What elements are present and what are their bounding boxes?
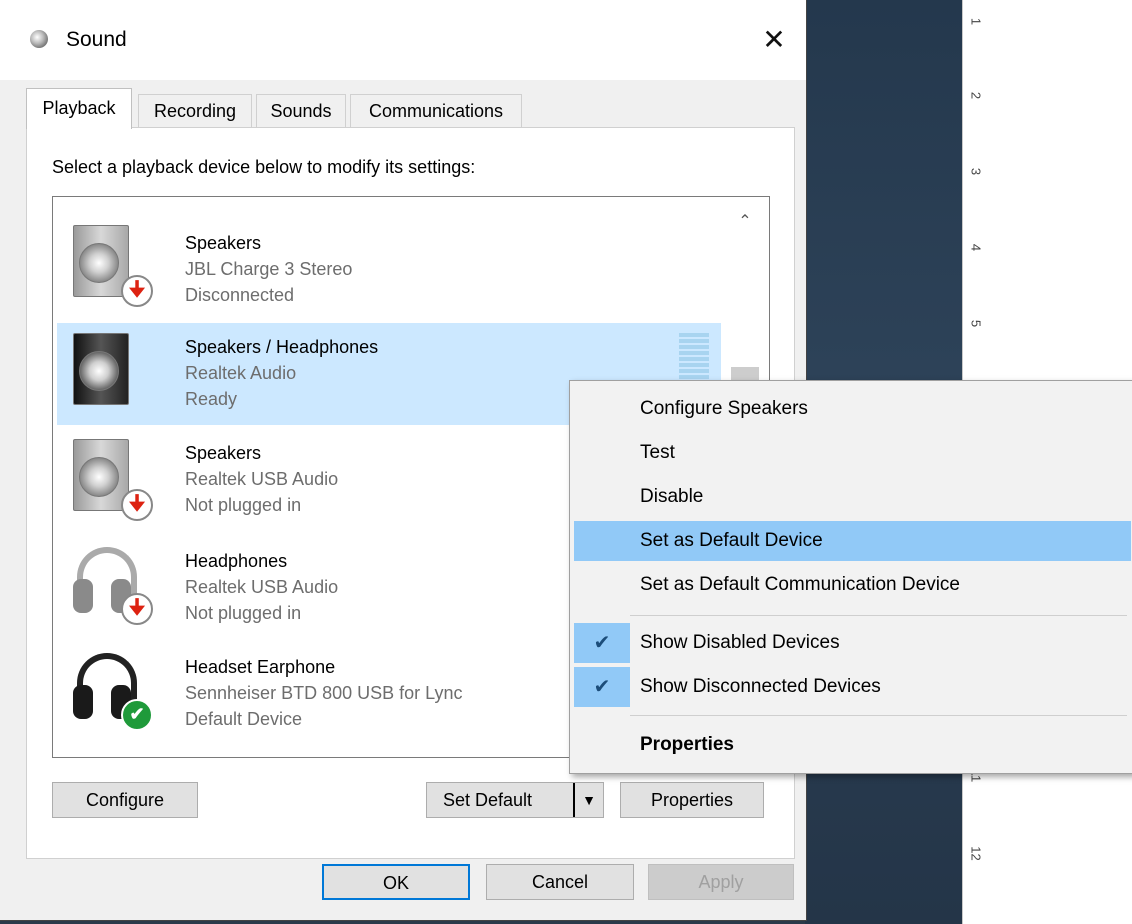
list-item[interactable]: 🠋 Speakers JBL Charge 3 Stereo Disconnec… <box>57 215 721 317</box>
device-status: Not plugged in <box>185 603 302 623</box>
down-arrow-icon: 🠋 <box>121 593 153 625</box>
speaker-app-icon <box>30 30 48 48</box>
menu-item-set-default-communication[interactable]: Set as Default Communication Device <box>574 565 1131 605</box>
device-driver: Sennheiser BTD 800 USB for Lync <box>185 683 463 703</box>
device-driver: Realtek Audio <box>185 363 297 383</box>
tab-playback[interactable]: Playback <box>26 88 132 129</box>
menu-item-label: Show Disabled Devices <box>640 632 840 653</box>
ruler-mark: 1 <box>968 17 984 26</box>
headphones-icon: 🠋 <box>73 543 153 625</box>
menu-item-configure-speakers[interactable]: Configure Speakers <box>574 389 1131 429</box>
device-name: Speakers <box>185 233 262 253</box>
menu-separator <box>630 615 1127 616</box>
device-driver: Realtek USB Audio <box>185 577 339 597</box>
device-status: Default Device <box>185 709 303 729</box>
tab-recording[interactable]: Recording <box>138 94 252 127</box>
down-arrow-icon: 🠋 <box>121 275 153 307</box>
device-name: Headphones <box>185 551 288 571</box>
ruler-mark: 12 <box>968 846 984 861</box>
ruler-mark: 3 <box>968 167 984 176</box>
menu-item-disable[interactable]: Disable <box>574 477 1131 517</box>
menu-item-label: Show Disconnected Devices <box>640 676 881 697</box>
ruler-mark: 5 <box>968 319 984 328</box>
speaker-icon: 🠋 <box>73 439 153 521</box>
tab-communications[interactable]: Communications <box>350 94 522 127</box>
properties-button[interactable]: Properties <box>620 782 764 818</box>
instruction-text: Select a playback device below to modify… <box>52 157 476 177</box>
scroll-up-icon[interactable]: ⌃ <box>735 211 755 231</box>
menu-item-label: Test <box>640 442 675 463</box>
check-icon: ✔ <box>121 699 153 731</box>
ruler-mark: 2 <box>968 91 984 100</box>
device-status: Ready <box>185 389 238 409</box>
menu-item-test[interactable]: Test <box>574 433 1131 473</box>
menu-item-properties[interactable]: Properties <box>574 725 1131 765</box>
down-arrow-icon: 🠋 <box>121 489 153 521</box>
window-title: Sound <box>66 28 127 51</box>
configure-button[interactable]: Configure <box>52 782 198 818</box>
menu-item-label: Configure Speakers <box>640 398 808 419</box>
checkmark-icon: ✔ <box>574 667 630 707</box>
set-default-button[interactable]: Set Default ▼ <box>426 782 604 818</box>
device-status: Not plugged in <box>185 495 302 515</box>
menu-separator <box>630 715 1127 716</box>
device-name: Speakers / Headphones <box>185 337 379 357</box>
menu-item-show-disconnected[interactable]: ✔ Show Disconnected Devices <box>574 667 1131 707</box>
ok-button[interactable]: OK <box>322 864 470 900</box>
ruler-mark: 4 <box>968 243 984 252</box>
menu-item-label: Set as Default Device <box>640 530 823 551</box>
context-menu: Configure Speakers Test Disable Set as D… <box>569 380 1132 774</box>
apply-button[interactable]: Apply <box>648 864 794 900</box>
menu-item-label: Properties <box>640 734 734 755</box>
speaker-icon <box>73 333 131 407</box>
title-bar: Sound ✕ <box>0 0 806 80</box>
menu-item-label: Disable <box>640 486 704 507</box>
device-driver: JBL Charge 3 Stereo <box>185 259 353 279</box>
checkmark-icon: ✔ <box>574 623 630 663</box>
device-status: Disconnected <box>185 285 295 305</box>
close-icon[interactable]: ✕ <box>756 22 792 58</box>
menu-item-set-default-device[interactable]: Set as Default Device <box>574 521 1131 561</box>
device-name: Speakers <box>185 443 262 463</box>
speaker-icon: 🠋 <box>73 225 153 307</box>
device-driver: Realtek USB Audio <box>185 469 339 489</box>
headset-icon: ✔ <box>73 649 153 731</box>
cancel-button[interactable]: Cancel <box>486 864 634 900</box>
device-name: Headset Earphone <box>185 657 336 677</box>
tab-sounds[interactable]: Sounds <box>256 94 346 127</box>
menu-item-label: Set as Default Communication Device <box>640 574 960 595</box>
volume-meter <box>679 333 709 379</box>
menu-item-show-disabled[interactable]: ✔ Show Disabled Devices <box>574 623 1131 663</box>
dropdown-arrow-icon[interactable]: ▼ <box>573 783 603 817</box>
set-default-label: Set Default <box>443 790 533 810</box>
